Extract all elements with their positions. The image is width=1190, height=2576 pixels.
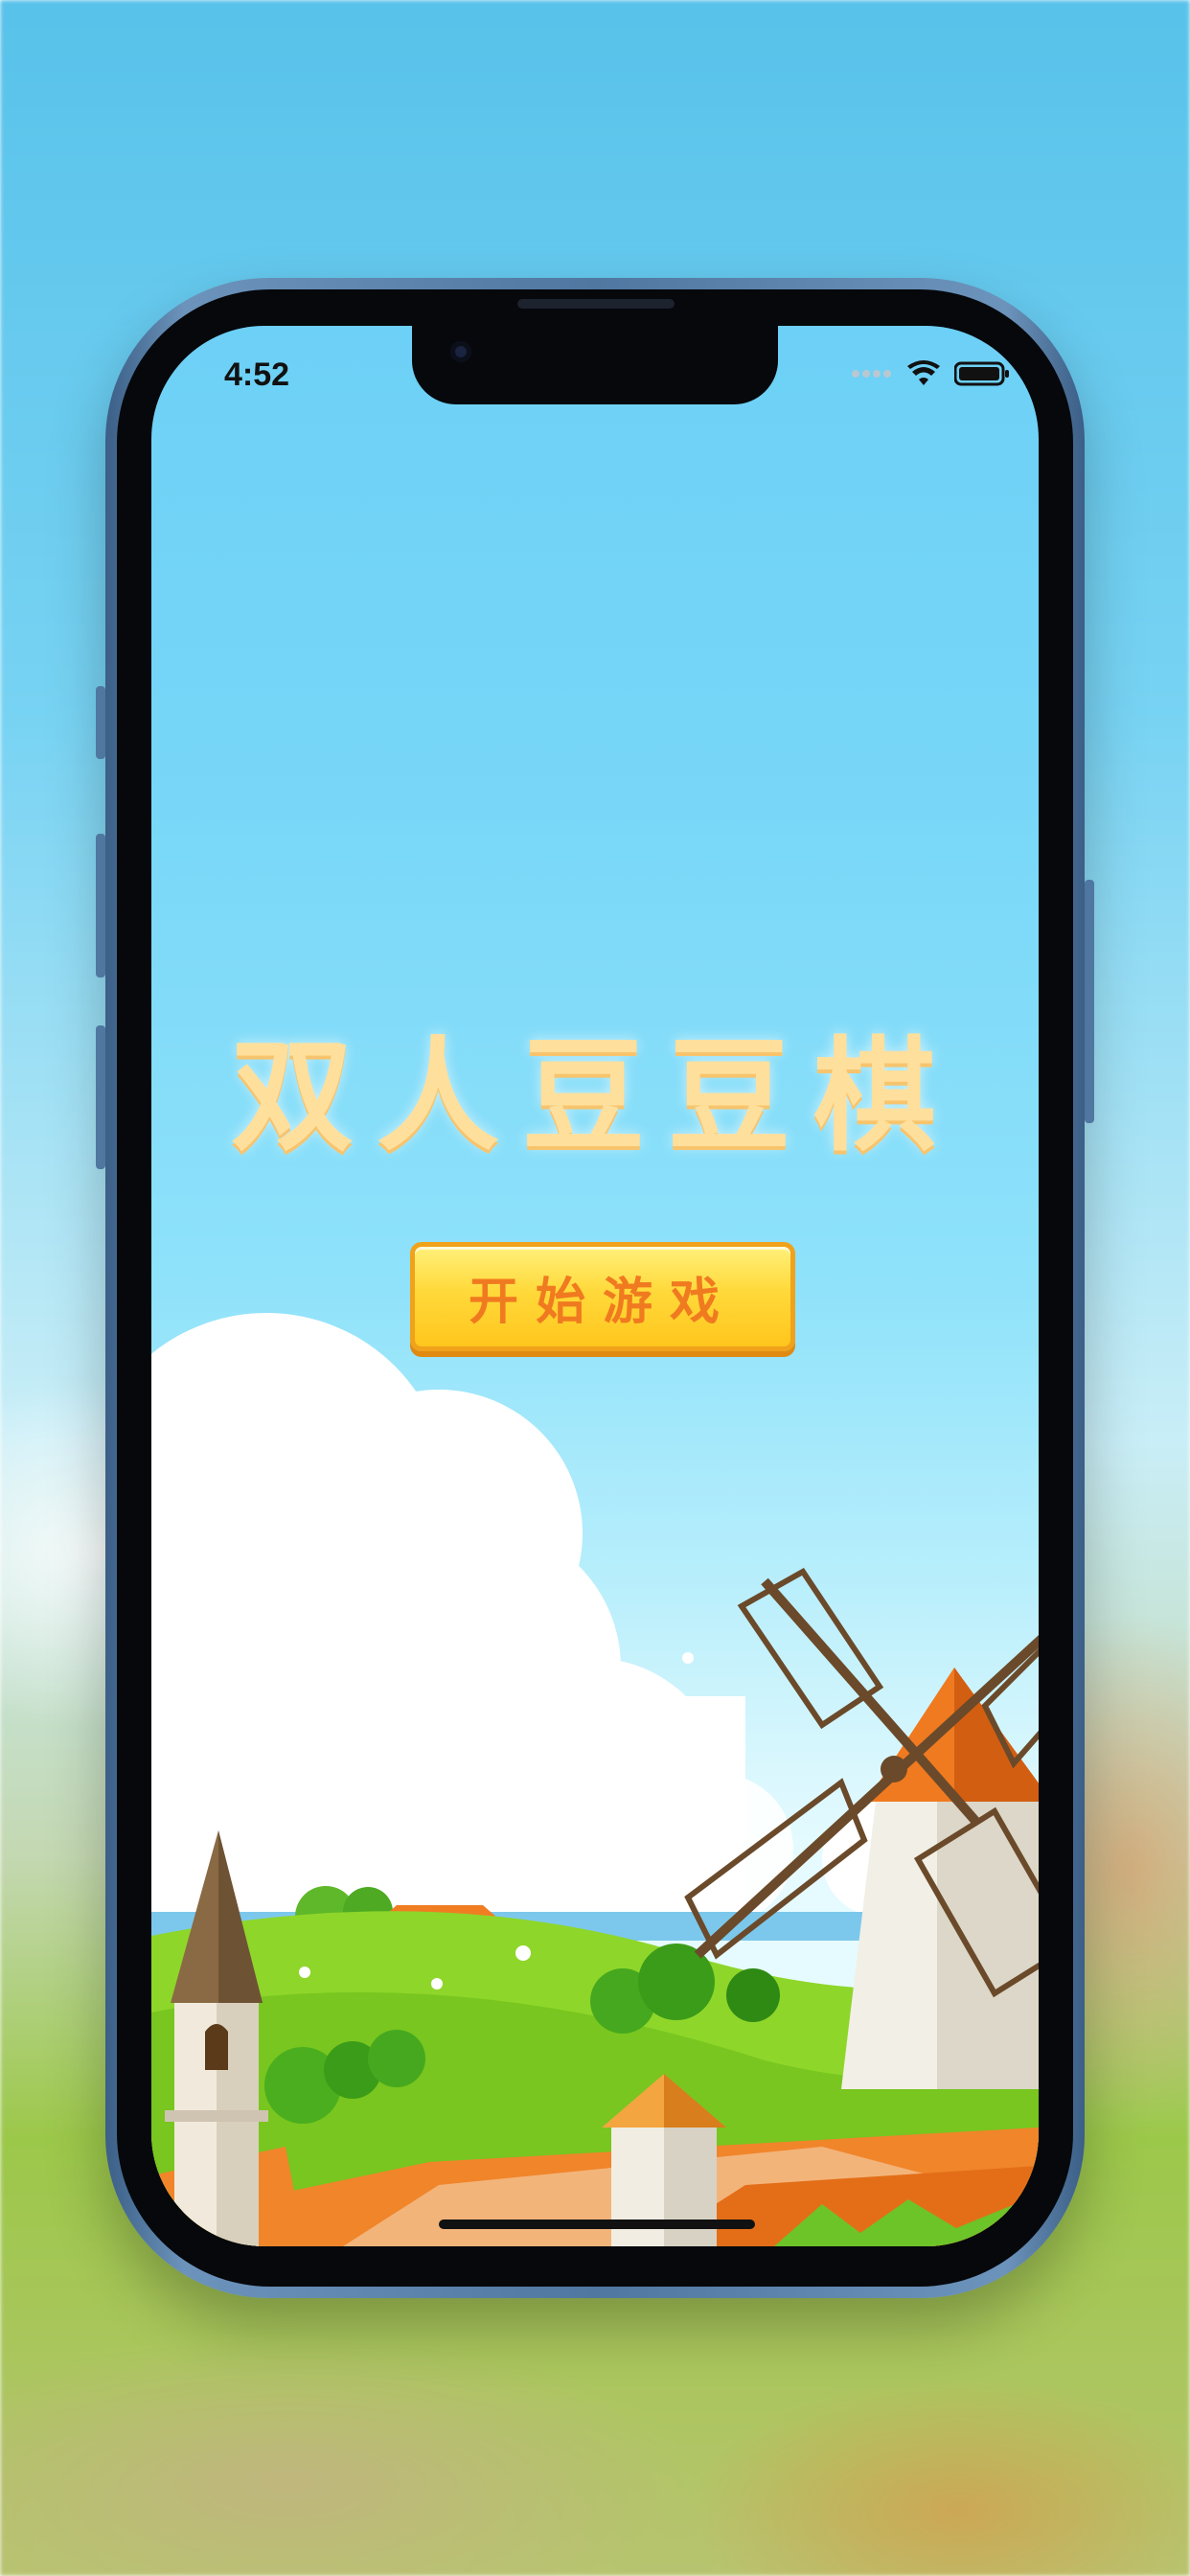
front-camera [450, 341, 471, 362]
home-indicator[interactable] [439, 2220, 755, 2229]
notch [412, 326, 778, 404]
volume-down-button [96, 1025, 105, 1169]
speaker [517, 299, 675, 309]
start-game-button[interactable]: 开始游戏 [410, 1242, 795, 1351]
power-button [1085, 880, 1094, 1123]
mute-switch [96, 686, 105, 759]
volume-up-button [96, 834, 105, 978]
signal-dots-icon [852, 370, 891, 378]
status-time: 4:52 [224, 356, 290, 393]
battery-icon [954, 361, 1009, 386]
wifi-icon [907, 360, 940, 385]
game-title: 双人豆豆棋 [230, 1025, 959, 1168]
status-icons [851, 360, 1010, 387]
